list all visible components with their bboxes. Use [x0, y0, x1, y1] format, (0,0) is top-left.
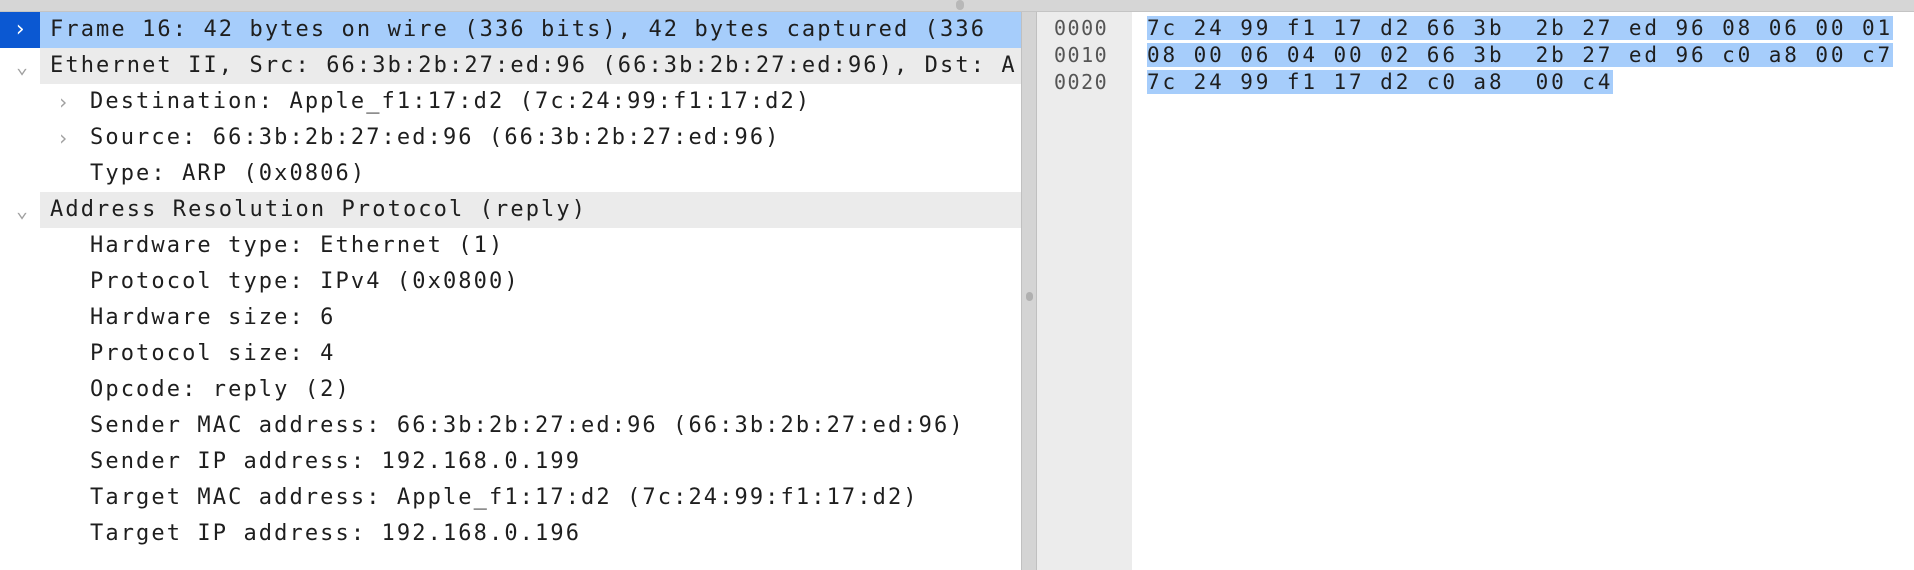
- tree-row-label: Sender MAC address: 66:3b:2b:27:ed:96 (6…: [90, 413, 965, 438]
- tree-row-label: Address Resolution Protocol (reply): [50, 197, 588, 222]
- tree-row-label: Ethernet II, Src: 66:3b:2b:27:ed:96 (66:…: [50, 53, 1017, 78]
- tree-row[interactable]: Sender MAC address: 66:3b:2b:27:ed:96 (6…: [0, 408, 1021, 444]
- tree-row[interactable]: Protocol size: 4: [0, 336, 1021, 372]
- tree-row[interactable]: Protocol type: IPv4 (0x0800): [0, 264, 1021, 300]
- hex-bytes[interactable]: 7c 24 99 f1 17 d2 c0 a8 00 c4: [1147, 70, 1614, 94]
- chevron-down-icon[interactable]: ⌄: [7, 48, 37, 84]
- tree-row-label: Opcode: reply (2): [90, 377, 351, 402]
- hex-bytes-row: 7c 24 99 f1 17 d2 66 3b 2b 27 ed 96 08 0…: [1147, 15, 1894, 42]
- hex-bytes-row: 08 00 06 04 00 02 66 3b 2b 27 ed 96 c0 a…: [1147, 42, 1894, 69]
- tree-row[interactable]: ⌄ Address Resolution Protocol (reply): [0, 192, 1021, 228]
- tree-row-label: Target IP address: 192.168.0.196: [90, 521, 582, 546]
- tree-row[interactable]: › Source: 66:3b:2b:27:ed:96 (66:3b:2b:27:…: [0, 120, 1021, 156]
- tree-row[interactable]: Opcode: reply (2): [0, 372, 1021, 408]
- splitter-handle[interactable]: [1026, 292, 1033, 301]
- hex-offset: 0020: [1054, 70, 1109, 94]
- tree-row-label: Frame 16: 42 bytes on wire (336 bits), 4…: [50, 17, 987, 42]
- tree-row-label: Type: ARP (0x0806): [90, 161, 367, 186]
- chevron-down-icon[interactable]: ⌄: [7, 192, 37, 228]
- hex-offset-column: 0000 0010 0020: [1037, 12, 1132, 570]
- resize-handle[interactable]: [956, 0, 964, 10]
- pane-top-border: [0, 0, 1914, 12]
- tree-row-label: Destination: Apple_f1:17:d2 (7c:24:99:f1…: [90, 89, 812, 114]
- hex-bytes[interactable]: 7c 24 99 f1 17 d2 66 3b 2b 27 ed 96 08 0…: [1147, 16, 1894, 40]
- tree-row-label: Protocol type: IPv4 (0x0800): [90, 269, 520, 294]
- packet-details-tree: › Frame 16: 42 bytes on wire (336 bits), …: [0, 12, 1021, 570]
- tree-row-label: Target MAC address: Apple_f1:17:d2 (7c:2…: [90, 485, 919, 510]
- chevron-right-icon[interactable]: ›: [0, 12, 40, 48]
- tree-row[interactable]: › Frame 16: 42 bytes on wire (336 bits), …: [0, 12, 1021, 48]
- tree-row[interactable]: › Destination: Apple_f1:17:d2 (7c:24:99:f…: [0, 84, 1021, 120]
- tree-row-label: Sender IP address: 192.168.0.199: [90, 449, 582, 474]
- hex-bytes-row: 7c 24 99 f1 17 d2 c0 a8 00 c4: [1147, 69, 1614, 96]
- tree-row-label: Protocol size: 4: [90, 341, 336, 366]
- hex-offset: 0010: [1054, 43, 1109, 67]
- hex-offset: 0000: [1054, 16, 1109, 40]
- tree-row-label: Source: 66:3b:2b:27:ed:96 (66:3b:2b:27:e…: [90, 125, 781, 150]
- tree-row-label: Hardware type: Ethernet (1): [90, 233, 505, 258]
- chevron-right-icon[interactable]: ›: [48, 120, 78, 156]
- tree-row[interactable]: Type: ARP (0x0806): [0, 156, 1021, 192]
- tree-row[interactable]: Hardware type: Ethernet (1): [0, 228, 1021, 264]
- tree-row[interactable]: Sender IP address: 192.168.0.199: [0, 444, 1021, 480]
- tree-row-label: Hardware size: 6: [90, 305, 336, 330]
- tree-row[interactable]: Target MAC address: Apple_f1:17:d2 (7c:2…: [0, 480, 1021, 516]
- tree-row[interactable]: Hardware size: 6: [0, 300, 1021, 336]
- pane-splitter[interactable]: [1021, 12, 1037, 570]
- tree-row[interactable]: ⌄ Ethernet II, Src: 66:3b:2b:27:ed:96 (66…: [0, 48, 1021, 84]
- chevron-right-icon[interactable]: ›: [48, 84, 78, 120]
- tree-row[interactable]: Target IP address: 192.168.0.196: [0, 516, 1021, 552]
- hex-bytes[interactable]: 08 00 06 04 00 02 66 3b 2b 27 ed 96 c0 a…: [1147, 43, 1894, 67]
